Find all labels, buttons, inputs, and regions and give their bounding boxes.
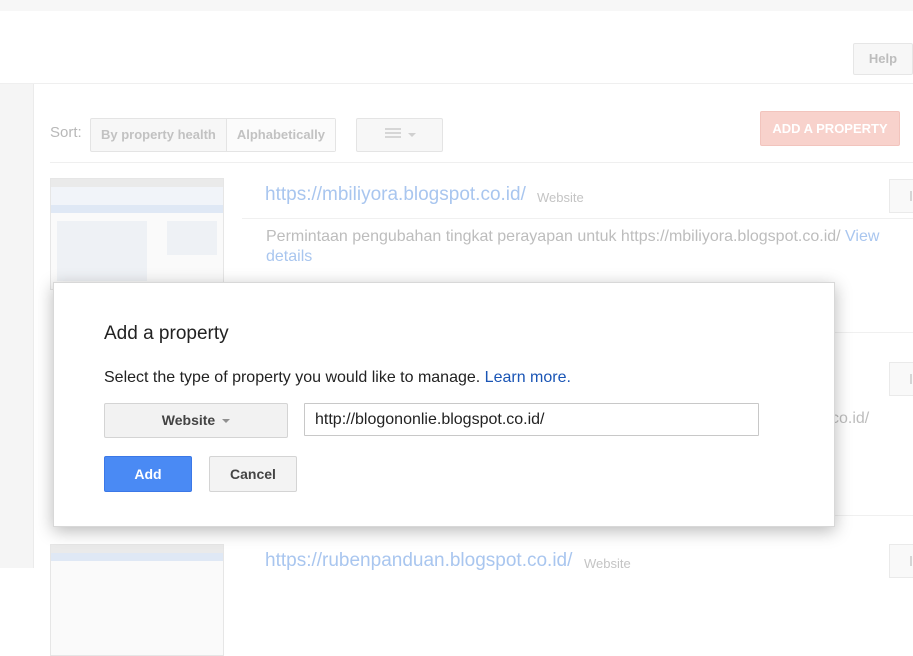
property-link[interactable]: https://rubenpanduan.blogspot.co.id/ bbox=[265, 550, 572, 572]
property-menu-button[interactable] bbox=[889, 362, 913, 396]
view-mode-button[interactable] bbox=[356, 118, 443, 152]
property-link[interactable]: https://mbiliyora.blogspot.co.id/ bbox=[265, 184, 526, 206]
add-a-property-button[interactable]: ADD A PROPERTY bbox=[760, 111, 900, 146]
sort-label: Sort: bbox=[50, 124, 82, 141]
property-message: Permintaan pengubahan tingkat perayapan … bbox=[266, 227, 886, 267]
row-divider bbox=[242, 218, 913, 219]
property-type-value: Website bbox=[161, 412, 216, 428]
learn-more-link[interactable]: Learn more. bbox=[485, 369, 571, 386]
property-type-label: Website bbox=[537, 190, 584, 205]
list-view-icon bbox=[385, 128, 401, 142]
message-text: Permintaan pengubahan tingkat perayapan … bbox=[266, 228, 841, 245]
left-nav bbox=[0, 84, 34, 568]
site-thumbnail[interactable] bbox=[50, 178, 224, 290]
sort-alphabetical-button[interactable]: Alphabetically bbox=[225, 119, 335, 151]
property-type-select[interactable]: Website bbox=[104, 403, 288, 438]
header: Help bbox=[0, 11, 913, 84]
add-property-dialog: Add a property Select the type of proper… bbox=[53, 282, 835, 527]
sort-by-health-button[interactable]: By property health bbox=[91, 119, 226, 151]
dialog-title: Add a property bbox=[104, 323, 229, 344]
chevron-down-icon bbox=[408, 133, 416, 137]
sort-toggle: By property health Alphabetically bbox=[90, 118, 336, 152]
dialog-description-text: Select the type of property you would li… bbox=[104, 369, 481, 386]
help-button[interactable]: Help bbox=[853, 43, 913, 75]
cancel-button[interactable]: Cancel bbox=[209, 456, 297, 492]
property-menu-button[interactable] bbox=[889, 179, 913, 213]
property-menu-button[interactable] bbox=[889, 544, 913, 578]
property-type-label: Website bbox=[584, 556, 631, 571]
property-url-input[interactable] bbox=[304, 403, 759, 436]
property-message-partial: co.id/ bbox=[831, 410, 870, 427]
top-strip bbox=[0, 0, 913, 11]
divider bbox=[50, 162, 913, 163]
add-button[interactable]: Add bbox=[104, 456, 192, 492]
chevron-down-icon bbox=[222, 419, 231, 424]
dialog-description: Select the type of property you would li… bbox=[104, 369, 571, 387]
site-thumbnail[interactable] bbox=[50, 544, 224, 656]
